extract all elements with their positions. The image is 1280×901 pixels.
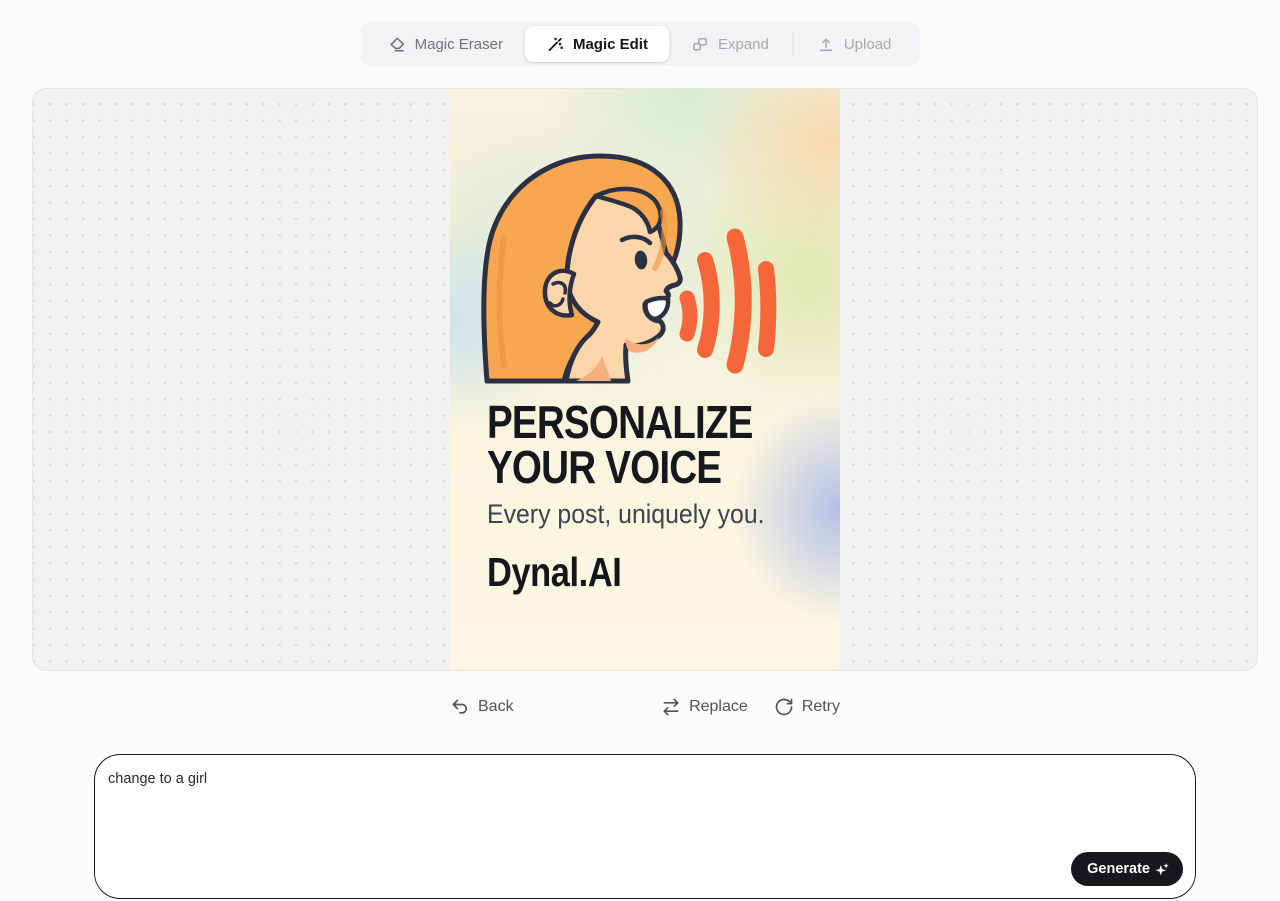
expand-icon <box>692 36 709 53</box>
tab-expand[interactable]: Expand <box>670 22 791 66</box>
editor-canvas[interactable]: PERSONALIZE YOUR VOICE Every post, unique… <box>32 88 1258 671</box>
mode-toolbar: Magic Eraser Magic Edit Expand Upload <box>360 22 920 66</box>
back-button[interactable]: Back <box>450 697 514 717</box>
tab-magic-eraser[interactable]: Magic Eraser <box>367 22 525 66</box>
edited-image[interactable]: PERSONALIZE YOUR VOICE Every post, unique… <box>450 89 840 670</box>
sparkles-icon <box>1155 862 1170 877</box>
toolbar-divider <box>792 32 794 56</box>
tab-magic-edit[interactable]: Magic Edit <box>524 26 670 62</box>
sound-waves <box>679 228 777 374</box>
retry-label: Retry <box>801 698 840 715</box>
undo-icon <box>450 697 470 717</box>
replace-label: Replace <box>689 698 748 715</box>
tab-label: Magic Eraser <box>414 35 503 53</box>
action-right-group: Replace Retry <box>661 697 840 717</box>
poster-headline: PERSONALIZE YOUR VOICE <box>487 396 753 493</box>
swap-arrows-icon <box>661 697 681 717</box>
generate-button[interactable]: Generate <box>1071 852 1183 886</box>
image-action-bar: Back Replace Retry <box>450 693 840 721</box>
refresh-icon <box>774 697 794 717</box>
replace-button[interactable]: Replace <box>661 697 748 717</box>
retry-button[interactable]: Retry <box>774 697 840 717</box>
tab-label: Expand <box>717 35 769 53</box>
tab-label: Upload <box>843 35 892 53</box>
poster-brand-logo: Dynal.AI <box>487 549 622 595</box>
eraser-icon <box>389 36 406 53</box>
prompt-box: change to a girl Generate <box>94 754 1196 899</box>
back-label: Back <box>478 698 514 715</box>
prompt-input[interactable]: change to a girl <box>95 755 1195 847</box>
magic-wand-icon <box>547 36 564 53</box>
upload-icon <box>818 36 835 53</box>
generate-label: Generate <box>1087 861 1150 877</box>
poster-tagline: Every post, uniquely you. <box>487 499 765 529</box>
tab-label: Magic Edit <box>572 35 648 53</box>
tab-upload[interactable]: Upload <box>796 22 914 66</box>
